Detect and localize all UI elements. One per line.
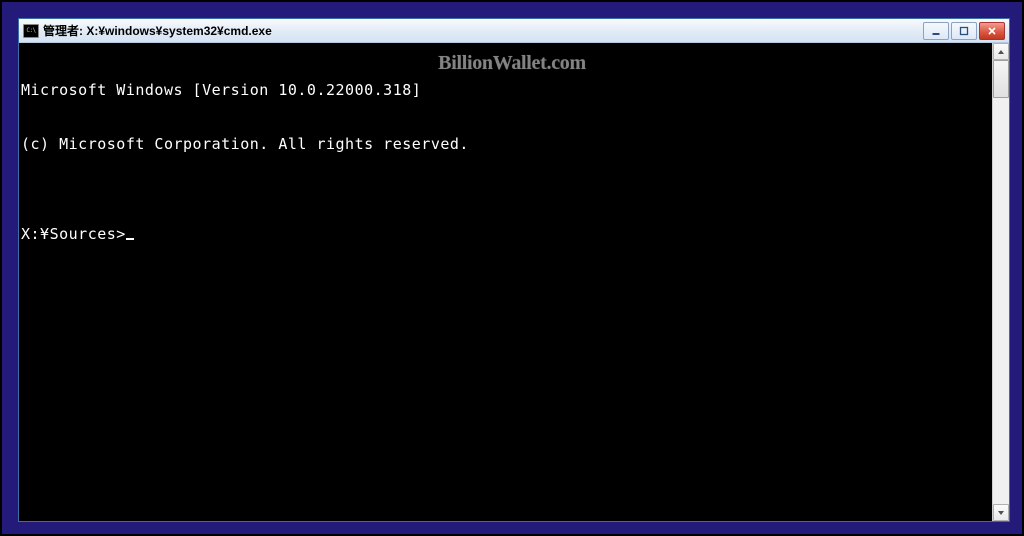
terminal-line: Microsoft Windows [Version 10.0.22000.31… <box>21 81 992 99</box>
terminal-prompt: X:¥Sources> <box>21 225 126 243</box>
maximize-icon <box>959 26 969 36</box>
terminal-output[interactable]: Microsoft Windows [Version 10.0.22000.31… <box>19 43 992 521</box>
desktop-background: C:\ 管理者: X:¥windows¥system32¥cmd.exe <box>0 0 1024 536</box>
window-controls <box>923 22 1005 40</box>
window-title: 管理者: X:¥windows¥system32¥cmd.exe <box>43 22 919 39</box>
client-area: Microsoft Windows [Version 10.0.22000.31… <box>19 43 1009 521</box>
cmd-window: C:\ 管理者: X:¥windows¥system32¥cmd.exe <box>18 18 1010 522</box>
minimize-button[interactable] <box>923 22 949 40</box>
scroll-up-button[interactable] <box>993 43 1009 60</box>
cmd-icon: C:\ <box>23 24 39 38</box>
triangle-up-icon <box>997 48 1005 56</box>
scrollbar-track[interactable] <box>993 60 1009 504</box>
terminal-line: (c) Microsoft Corporation. All rights re… <box>21 135 992 153</box>
close-button[interactable] <box>979 22 1005 40</box>
scrollbar-thumb[interactable] <box>993 60 1009 98</box>
cursor <box>126 238 134 240</box>
triangle-down-icon <box>997 509 1005 517</box>
minimize-icon <box>931 26 941 36</box>
terminal-prompt-line: X:¥Sources> <box>21 225 992 243</box>
cmd-icon-glyph: C:\ <box>26 28 35 34</box>
close-icon <box>987 26 997 36</box>
titlebar[interactable]: C:\ 管理者: X:¥windows¥system32¥cmd.exe <box>19 19 1009 43</box>
scroll-down-button[interactable] <box>993 504 1009 521</box>
maximize-button[interactable] <box>951 22 977 40</box>
vertical-scrollbar[interactable] <box>992 43 1009 521</box>
